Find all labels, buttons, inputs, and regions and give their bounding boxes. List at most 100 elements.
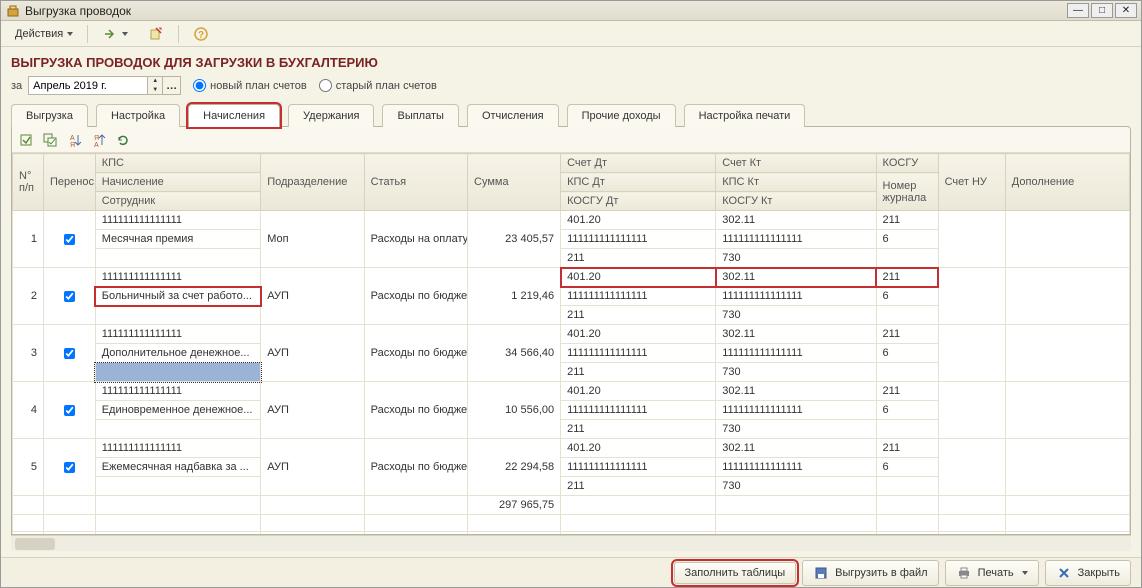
cell-statya[interactable]: Расходы по бюджету	[364, 268, 467, 325]
cell-kosgu-dt[interactable]: 211	[561, 477, 716, 496]
cell-podrazdelenie[interactable]: АУП	[261, 268, 364, 325]
cell-schet-nu[interactable]	[938, 439, 1005, 496]
cell-kps[interactable]: 111111111111111	[95, 439, 260, 458]
cell-schet-dt[interactable]: 401.20	[561, 382, 716, 401]
cell-kosgu[interactable]: 211	[876, 325, 938, 344]
period-selector[interactable]: ▲▼ …	[28, 76, 181, 95]
col-kosgu-kt[interactable]: КОСГУ Кт	[716, 192, 876, 211]
cell-podrazdelenie[interactable]: АУП	[261, 439, 364, 496]
cell-kosgu-kt[interactable]: 730	[716, 477, 876, 496]
cell-schet-nu[interactable]	[938, 211, 1005, 268]
cell-kosgu-dt[interactable]: 211	[561, 363, 716, 382]
cell-nachislenie[interactable]: Ежемесячная надбавка за ...	[95, 458, 260, 477]
col-kps-dt[interactable]: КПС Дт	[561, 173, 716, 192]
minimize-button[interactable]: —	[1067, 3, 1089, 18]
cell-statya[interactable]: Расходы по бюджету	[364, 325, 467, 382]
col-summa[interactable]: Сумма	[468, 154, 561, 211]
cell-kps[interactable]: 111111111111111	[95, 325, 260, 344]
col-sotrudnik[interactable]: Сотрудник	[95, 192, 260, 211]
cell-schet-kt[interactable]: 302.11	[716, 325, 876, 344]
cell-sotrudnik[interactable]	[95, 477, 260, 496]
cell-schet-dt[interactable]: 401.20	[561, 211, 716, 230]
table-row[interactable]: 1 111111111111111 Моп Расходы на оплату …	[13, 211, 1130, 230]
cell-statya[interactable]: Расходы по бюджету	[364, 439, 467, 496]
cell-nz2[interactable]	[876, 306, 938, 325]
refresh-icon[interactable]	[114, 131, 132, 149]
cell-nachislenie[interactable]: Единовременное денежное...	[95, 401, 260, 420]
tab-prochie[interactable]: Прочие доходы	[567, 104, 676, 127]
cell-kps-kt[interactable]: 111111111111111	[716, 458, 876, 477]
col-nomer-zh[interactable]: Номер журнала	[876, 173, 938, 211]
cell-kosgu-kt[interactable]: 730	[716, 306, 876, 325]
period-spinner[interactable]: ▲▼	[148, 76, 163, 95]
tab-vygruzka[interactable]: Выгрузка	[11, 104, 88, 127]
col-kosgu-dt[interactable]: КОСГУ Дт	[561, 192, 716, 211]
cell-kps-dt[interactable]: 111111111111111	[561, 344, 716, 363]
cell-nz2[interactable]	[876, 249, 938, 268]
col-podrazdelenie[interactable]: Подразделение	[261, 154, 364, 211]
cell-summa[interactable]: 1 219,46	[468, 268, 561, 325]
col-schet-nu[interactable]: Счет НУ	[938, 154, 1005, 211]
cell-dopolnenie[interactable]	[1005, 268, 1129, 325]
cell-perenos[interactable]	[44, 439, 96, 496]
cell-kps-kt[interactable]: 111111111111111	[716, 287, 876, 306]
cell-dopolnenie[interactable]	[1005, 325, 1129, 382]
cell-nz[interactable]: 6	[876, 401, 938, 420]
tab-nastroika-pechati[interactable]: Настройка печати	[684, 104, 806, 127]
cell-schet-nu[interactable]	[938, 268, 1005, 325]
horizontal-scrollbar[interactable]	[11, 535, 1131, 551]
cell-kosgu-dt[interactable]: 211	[561, 249, 716, 268]
col-statya[interactable]: Статья	[364, 154, 467, 211]
export-button[interactable]	[140, 24, 172, 44]
cell-kosgu[interactable]: 211	[876, 268, 938, 287]
cell-dopolnenie[interactable]	[1005, 382, 1129, 439]
cell-kps-kt[interactable]: 111111111111111	[716, 344, 876, 363]
cell-summa[interactable]: 34 566,40	[468, 325, 561, 382]
sort-asc-icon[interactable]: AЯ	[66, 131, 84, 149]
cell-dopolnenie[interactable]	[1005, 211, 1129, 268]
cell-kosgu-dt[interactable]: 211	[561, 306, 716, 325]
col-perenos[interactable]: Перенос	[44, 154, 96, 211]
cell-nz2[interactable]	[876, 420, 938, 439]
cell-kps[interactable]: 111111111111111	[95, 382, 260, 401]
cell-nz[interactable]: 6	[876, 287, 938, 306]
cell-kps[interactable]: 111111111111111	[95, 268, 260, 287]
col-kps-kt[interactable]: КПС Кт	[716, 173, 876, 192]
actions-menu[interactable]: Действия	[7, 26, 81, 42]
check-all-icon[interactable]	[42, 131, 60, 149]
cell-kps-dt[interactable]: 111111111111111	[561, 458, 716, 477]
cell-schet-kt[interactable]: 302.11	[716, 382, 876, 401]
col-kosgu[interactable]: КОСГУ	[876, 154, 938, 173]
sort-desc-icon[interactable]: ЯA	[90, 131, 108, 149]
cell-sotrudnik[interactable]	[95, 249, 260, 268]
go-button[interactable]	[94, 24, 136, 44]
cell-schet-kt[interactable]: 302.11	[716, 439, 876, 458]
cell-schet-dt[interactable]: 401.20	[561, 439, 716, 458]
cell-schet-nu[interactable]	[938, 382, 1005, 439]
cell-nz2[interactable]	[876, 477, 938, 496]
cell-nz[interactable]: 6	[876, 230, 938, 249]
cell-statya[interactable]: Расходы по бюджету	[364, 382, 467, 439]
data-grid[interactable]: N° п/п Перенос КПС Подразделение Статья …	[12, 153, 1130, 534]
cell-schet-nu[interactable]	[938, 325, 1005, 382]
cell-statya[interactable]: Расходы на оплату труда	[364, 211, 467, 268]
cell-kosgu-kt[interactable]: 730	[716, 420, 876, 439]
cell-nz[interactable]: 6	[876, 458, 938, 477]
radio-old-plan[interactable]: старый план счетов	[319, 79, 437, 92]
cell-perenos[interactable]	[44, 211, 96, 268]
cell-summa[interactable]: 10 556,00	[468, 382, 561, 439]
cell-perenos[interactable]	[44, 325, 96, 382]
cell-podrazdelenie[interactable]: АУП	[261, 382, 364, 439]
maximize-button[interactable]: □	[1091, 3, 1113, 18]
table-row[interactable]: 3 111111111111111 АУП Расходы по бюджету…	[13, 325, 1130, 344]
tab-nastroika[interactable]: Настройка	[96, 104, 180, 127]
cell-sotrudnik[interactable]	[95, 306, 260, 325]
print-button[interactable]: Печать	[945, 560, 1039, 586]
close-button[interactable]: ✕	[1115, 3, 1137, 18]
col-kps[interactable]: КПС	[95, 154, 260, 173]
period-picker-button[interactable]: …	[163, 76, 181, 95]
tab-nachisleniya[interactable]: Начисления	[188, 104, 280, 127]
table-row[interactable]: 4 111111111111111 АУП Расходы по бюджету…	[13, 382, 1130, 401]
cell-schet-dt[interactable]: 401.20	[561, 268, 716, 287]
check-one-icon[interactable]	[18, 131, 36, 149]
